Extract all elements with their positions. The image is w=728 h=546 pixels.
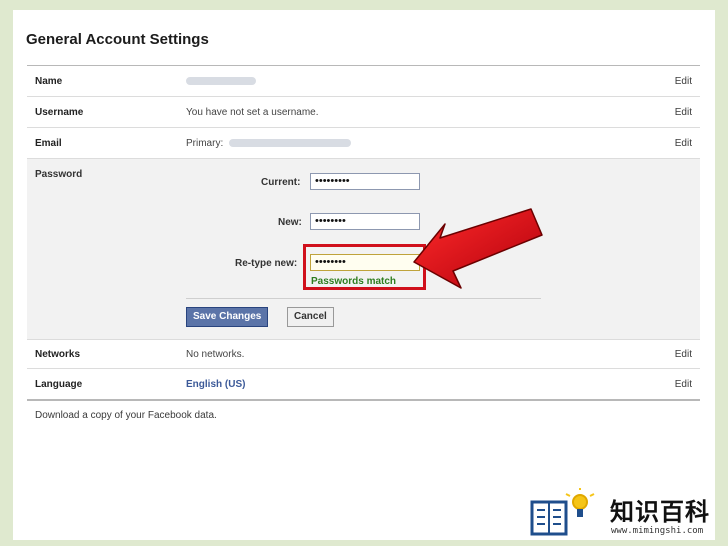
red-arrow-icon (413, 208, 543, 289)
watermark-text: 知识百科 (610, 498, 710, 526)
book-lightbulb-icon (530, 488, 595, 536)
watermark-url: www.mimingshi.com (611, 526, 704, 536)
watermark-logo: 知识百科 www.mimingshi.com (518, 486, 715, 540)
